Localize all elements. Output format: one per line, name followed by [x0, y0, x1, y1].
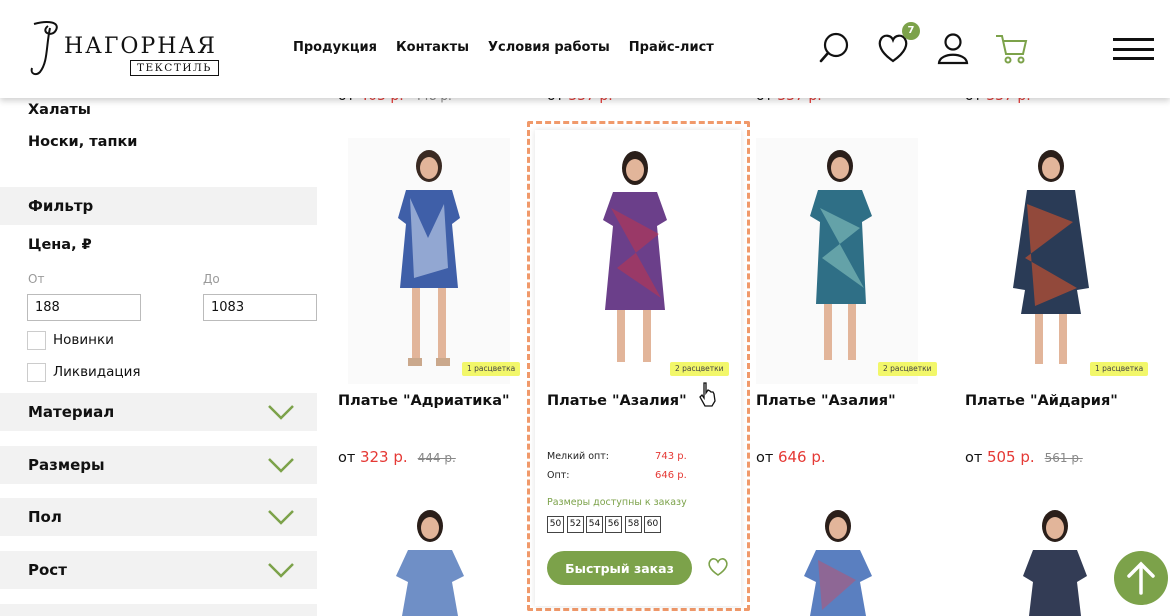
nav-item-terms[interactable]: Условия работы	[488, 40, 610, 55]
accordion-gender[interactable]: Пол	[0, 498, 317, 536]
price-from-label: От	[28, 272, 45, 286]
accordion-sizes-label: Размеры	[28, 456, 105, 474]
size-option[interactable]: 50	[547, 516, 564, 533]
product-name[interactable]: Платье "Айдария"	[965, 393, 1118, 409]
menu-hamburger-icon[interactable]	[1113, 38, 1154, 60]
dress-photo	[1023, 510, 1087, 616]
arrow-up-icon	[1127, 561, 1155, 595]
size-option[interactable]: 58	[625, 516, 642, 533]
cart-icon[interactable]	[994, 30, 1028, 66]
product-image[interactable]	[965, 138, 1127, 384]
filter-title: Фильтр	[0, 187, 317, 225]
price-to-label: До	[203, 272, 220, 286]
product-name[interactable]: Платье "Азалия"	[547, 393, 687, 409]
product-name[interactable]: Платье "Адриатика"	[338, 393, 510, 409]
dress-photo	[810, 150, 872, 360]
hand-cursor-icon	[699, 382, 716, 407]
colors-count-tag: 1 расцветка	[1090, 362, 1149, 376]
product-price: от 323 р. 444 р.	[338, 448, 456, 466]
price-filter-title: Цена, ₽	[28, 237, 92, 253]
quick-order-button[interactable]: Быстрый заказ	[547, 551, 692, 585]
dress-photo	[1013, 150, 1089, 364]
product-name[interactable]: Платье "Азалия"	[756, 393, 896, 409]
chevron-down-icon	[268, 405, 294, 420]
wholesale-label: Опт:	[547, 470, 570, 481]
nav-item-products[interactable]: Продукция	[293, 40, 377, 55]
chevron-down-icon	[268, 563, 294, 578]
main-nav: Продукция Контакты Условия работы Прайс-…	[293, 40, 714, 55]
accordion-more[interactable]	[0, 604, 317, 616]
scroll-to-top-button[interactable]	[1114, 551, 1168, 605]
size-option[interactable]: 60	[644, 516, 661, 533]
dress-photo	[396, 510, 464, 616]
dress-photo	[603, 151, 667, 362]
site-header: НАГОРНАЯ ТЕКСТИЛЬ Продукция Контакты Усл…	[0, 0, 1170, 98]
small-wholesale-price: 743 р.	[655, 451, 687, 462]
colors-count-tag: 2 расцветки	[670, 362, 729, 376]
accordion-material-label: Материал	[28, 403, 115, 421]
price-from-input[interactable]	[27, 294, 141, 321]
logo-title: НАГОРНАЯ	[64, 34, 217, 59]
product-price: от 505 р. 561 р.	[965, 448, 1083, 466]
chevron-down-icon	[268, 510, 294, 525]
site-logo[interactable]: НАГОРНАЯ ТЕКСТИЛЬ	[26, 18, 226, 78]
wholesale-price: 646 р.	[655, 470, 687, 481]
small-wholesale-label: Мелкий опт:	[547, 451, 609, 462]
favorites-count-badge: 7	[902, 22, 920, 40]
new-items-label: Новинки	[53, 332, 114, 348]
size-option[interactable]: 54	[586, 516, 603, 533]
product-image[interactable]	[756, 138, 918, 384]
accordion-sizes[interactable]: Размеры	[0, 446, 317, 484]
add-to-favorites-heart-icon[interactable]	[707, 557, 729, 577]
size-option[interactable]: 52	[567, 516, 584, 533]
dress-photo	[804, 510, 872, 616]
product-price: от 646 р.	[756, 448, 826, 466]
product-image[interactable]	[348, 138, 510, 384]
accordion-gender-label: Пол	[28, 508, 62, 526]
logo-signature-icon	[30, 21, 58, 76]
accordion-height-label: Рост	[28, 561, 67, 579]
dress-photo	[398, 150, 460, 366]
nav-item-contacts[interactable]: Контакты	[396, 40, 469, 55]
price-to-input[interactable]	[203, 294, 317, 321]
clearance-checkbox[interactable]	[27, 363, 46, 382]
search-icon[interactable]	[818, 30, 852, 66]
sizes-available-label: Размеры доступны к заказу	[547, 497, 687, 508]
size-option[interactable]: 56	[605, 516, 622, 533]
clearance-label: Ликвидация	[53, 364, 141, 380]
logo-subtitle: ТЕКСТИЛЬ	[130, 60, 219, 76]
accordion-material[interactable]: Материал	[0, 393, 317, 431]
colors-count-tag: 1 расцветка	[462, 362, 521, 376]
nav-item-price-list[interactable]: Прайс-лист	[629, 40, 714, 55]
accordion-height[interactable]: Рост	[0, 551, 317, 589]
category-link-socks[interactable]: Носки, тапки	[28, 134, 137, 150]
user-account-icon[interactable]	[936, 30, 970, 66]
new-items-checkbox[interactable]	[27, 331, 46, 350]
product-image[interactable]	[547, 138, 709, 384]
colors-count-tag: 2 расцветки	[878, 362, 937, 376]
chevron-down-icon	[268, 458, 294, 473]
category-link-robes[interactable]: Халаты	[28, 102, 91, 118]
